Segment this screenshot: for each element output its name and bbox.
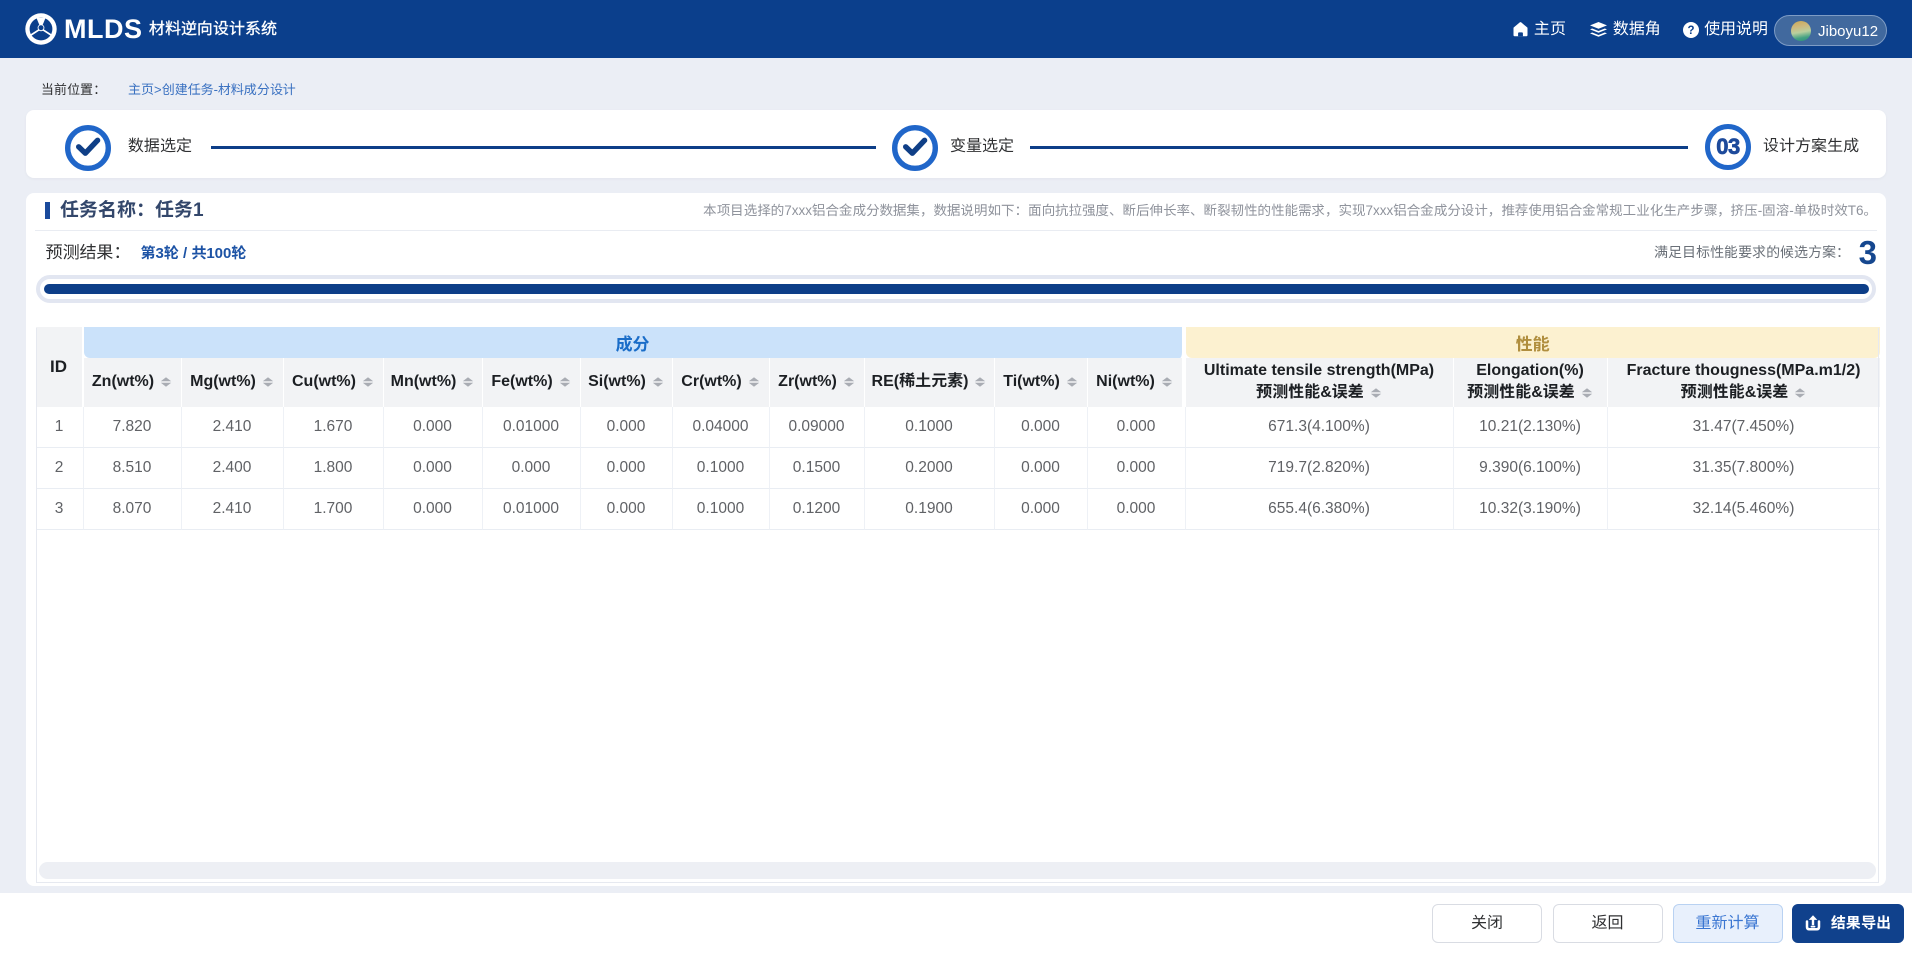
svg-text:?: ? xyxy=(1687,25,1694,37)
